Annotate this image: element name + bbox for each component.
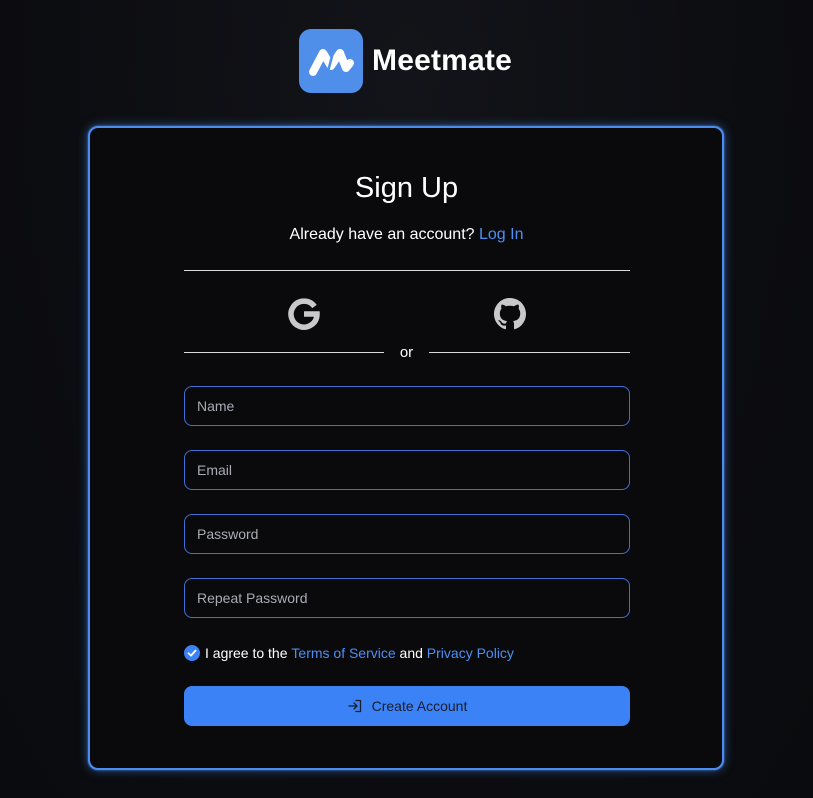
email-field[interactable] xyxy=(184,450,630,490)
login-prompt: Already have an account? Log In xyxy=(0,226,813,244)
login-icon xyxy=(347,698,363,714)
or-divider-right xyxy=(429,352,630,353)
brand-name: Meetmate xyxy=(372,44,512,77)
google-signin-button[interactable] xyxy=(286,296,322,332)
login-link[interactable]: Log In xyxy=(479,226,523,243)
agreement-conjunction: and xyxy=(399,645,423,661)
page-title: Sign Up xyxy=(354,172,459,204)
terms-agreement: I agree to the Terms of Service and Priv… xyxy=(184,643,514,663)
name-field[interactable] xyxy=(184,386,630,426)
google-icon xyxy=(288,298,320,330)
create-account-label: Create Account xyxy=(371,698,468,714)
privacy-policy-link[interactable]: Privacy Policy xyxy=(427,645,514,661)
agreement-prefix: I agree to the xyxy=(205,645,288,661)
top-divider xyxy=(184,270,630,271)
signup-card xyxy=(88,126,724,770)
terms-checkbox[interactable] xyxy=(184,645,200,661)
brand: Meetmate xyxy=(299,29,512,93)
check-icon xyxy=(187,649,197,657)
repeat-password-field[interactable] xyxy=(184,578,630,618)
or-divider-text: or xyxy=(399,344,414,361)
github-signin-button[interactable] xyxy=(492,296,528,332)
meetmate-logo-icon xyxy=(299,29,363,93)
terms-of-service-link[interactable]: Terms of Service xyxy=(291,645,395,661)
github-icon xyxy=(494,298,526,330)
or-divider-left xyxy=(184,352,384,353)
password-field[interactable] xyxy=(184,514,630,554)
login-prompt-text: Already have an account? xyxy=(289,226,475,243)
create-account-button[interactable]: Create Account xyxy=(184,686,630,726)
